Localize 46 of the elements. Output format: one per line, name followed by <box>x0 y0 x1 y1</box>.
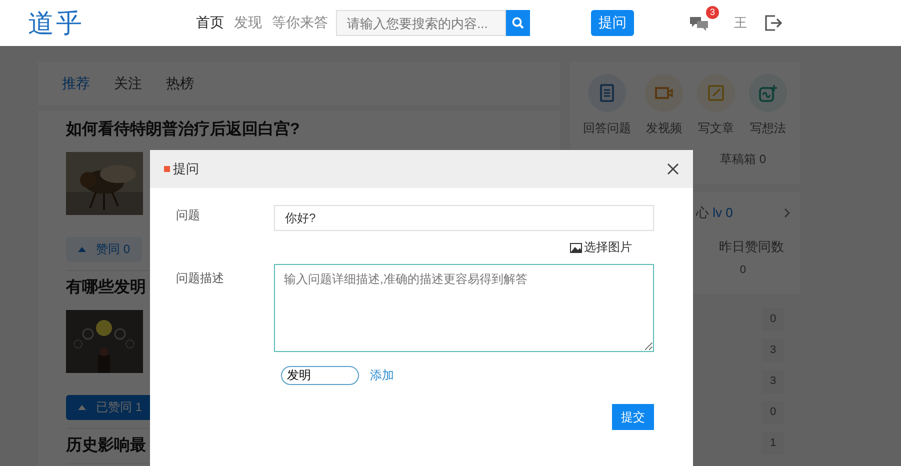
choose-image-link[interactable]: 选择图片 <box>570 239 632 256</box>
stat-value: 0 <box>740 264 746 276</box>
stat-label: 昨日赞同数 <box>719 238 784 256</box>
chat-icon[interactable] <box>689 15 709 31</box>
ask-button[interactable]: 提问 <box>591 10 634 36</box>
triangle-up-icon <box>78 405 86 410</box>
chevron-right-icon <box>784 208 790 218</box>
feed-tab[interactable]: 关注 <box>114 74 142 92</box>
video-camera-icon <box>655 84 673 102</box>
feed-tab[interactable]: 推荐 <box>62 74 90 92</box>
image-icon <box>570 242 582 252</box>
description-input[interactable]: 输入问题详细描述,准确的描述更容易得到解答 <box>274 264 654 352</box>
close-icon <box>667 163 679 175</box>
action-label[interactable]: 写文章 <box>698 120 734 137</box>
action-label[interactable]: 回答问题 <box>583 120 631 137</box>
center-title[interactable]: 心 lv 0 <box>696 204 733 222</box>
field-label: 问题 <box>176 207 201 224</box>
nav-link[interactable]: 发现 <box>234 14 262 32</box>
search-button[interactable] <box>506 10 530 36</box>
action-label[interactable]: 发视频 <box>646 120 682 137</box>
logo[interactable]: 道乎 <box>28 6 196 40</box>
nav-link[interactable]: 首页 <box>196 14 224 32</box>
triangle-up-icon <box>78 247 86 252</box>
question-input[interactable]: 你好? <box>274 205 654 231</box>
search-field[interactable]: 请输入您要搜索的内容... <box>336 10 506 36</box>
add-link[interactable]: 添加 <box>370 367 394 384</box>
question-title[interactable]: 历史影响最 <box>66 437 146 455</box>
feed-tab[interactable]: 热榜 <box>166 74 194 92</box>
notification-badge: 3 <box>706 6 719 19</box>
close-button[interactable] <box>667 163 679 175</box>
square-icon <box>164 166 170 172</box>
question-title[interactable]: 有哪些发明 <box>66 279 146 297</box>
logout-icon[interactable] <box>764 14 782 32</box>
vote-button[interactable]: 赞同 0 <box>66 237 142 262</box>
field-label: 问题描述 <box>176 270 225 287</box>
tag-input[interactable]: 发明 <box>281 366 359 385</box>
nav-link[interactable]: 等你来答 <box>272 14 328 32</box>
dialog-title: 提问 <box>173 160 199 178</box>
document-icon <box>598 84 616 102</box>
pencil-square-icon <box>707 84 725 102</box>
submit-button[interactable]: 提交 <box>612 404 654 430</box>
action-label[interactable]: 写想法 <box>750 120 786 137</box>
question-title[interactable]: 如何看待特朗普治疗后返回白宫? <box>66 121 300 139</box>
search-icon <box>512 17 524 29</box>
plus-square-icon <box>759 84 777 102</box>
user-name[interactable]: 王 <box>734 14 747 32</box>
